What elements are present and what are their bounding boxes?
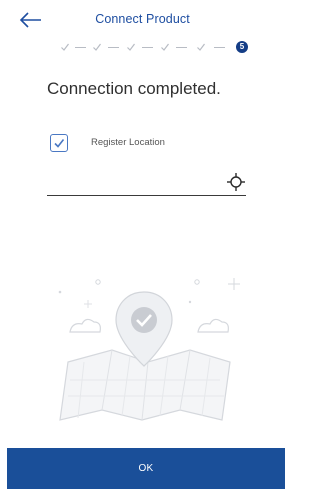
step-3-check-icon <box>127 43 135 51</box>
progress-stepper: 5 <box>60 38 250 58</box>
step-connector <box>142 47 153 49</box>
current-step-badge: 5 <box>236 41 248 53</box>
location-input[interactable] <box>47 172 217 192</box>
step-connector <box>214 47 225 49</box>
map-location-pin-check-icon <box>58 278 240 421</box>
step-4-check-icon <box>161 43 169 51</box>
locate-target-icon[interactable] <box>226 172 246 192</box>
step-5-check-icon <box>197 43 205 51</box>
ok-button[interactable]: OK <box>7 448 285 489</box>
location-field <box>47 168 246 196</box>
locate-button[interactable] <box>226 172 246 192</box>
header-bar: Connect Product <box>0 0 285 40</box>
register-location-label: Register Location <box>91 137 165 148</box>
step-connector <box>176 47 187 49</box>
checkmark-icon <box>54 139 65 148</box>
page-title: Connect Product <box>95 12 190 26</box>
connection-heading: Connection completed. <box>47 79 221 98</box>
step-2-check-icon <box>93 43 101 51</box>
register-location-toggle[interactable]: Register Location <box>50 134 250 154</box>
step-connector <box>108 47 119 49</box>
step-1-check-icon <box>61 43 69 51</box>
register-location-checkbox[interactable] <box>50 134 68 152</box>
step-connector <box>75 47 86 49</box>
